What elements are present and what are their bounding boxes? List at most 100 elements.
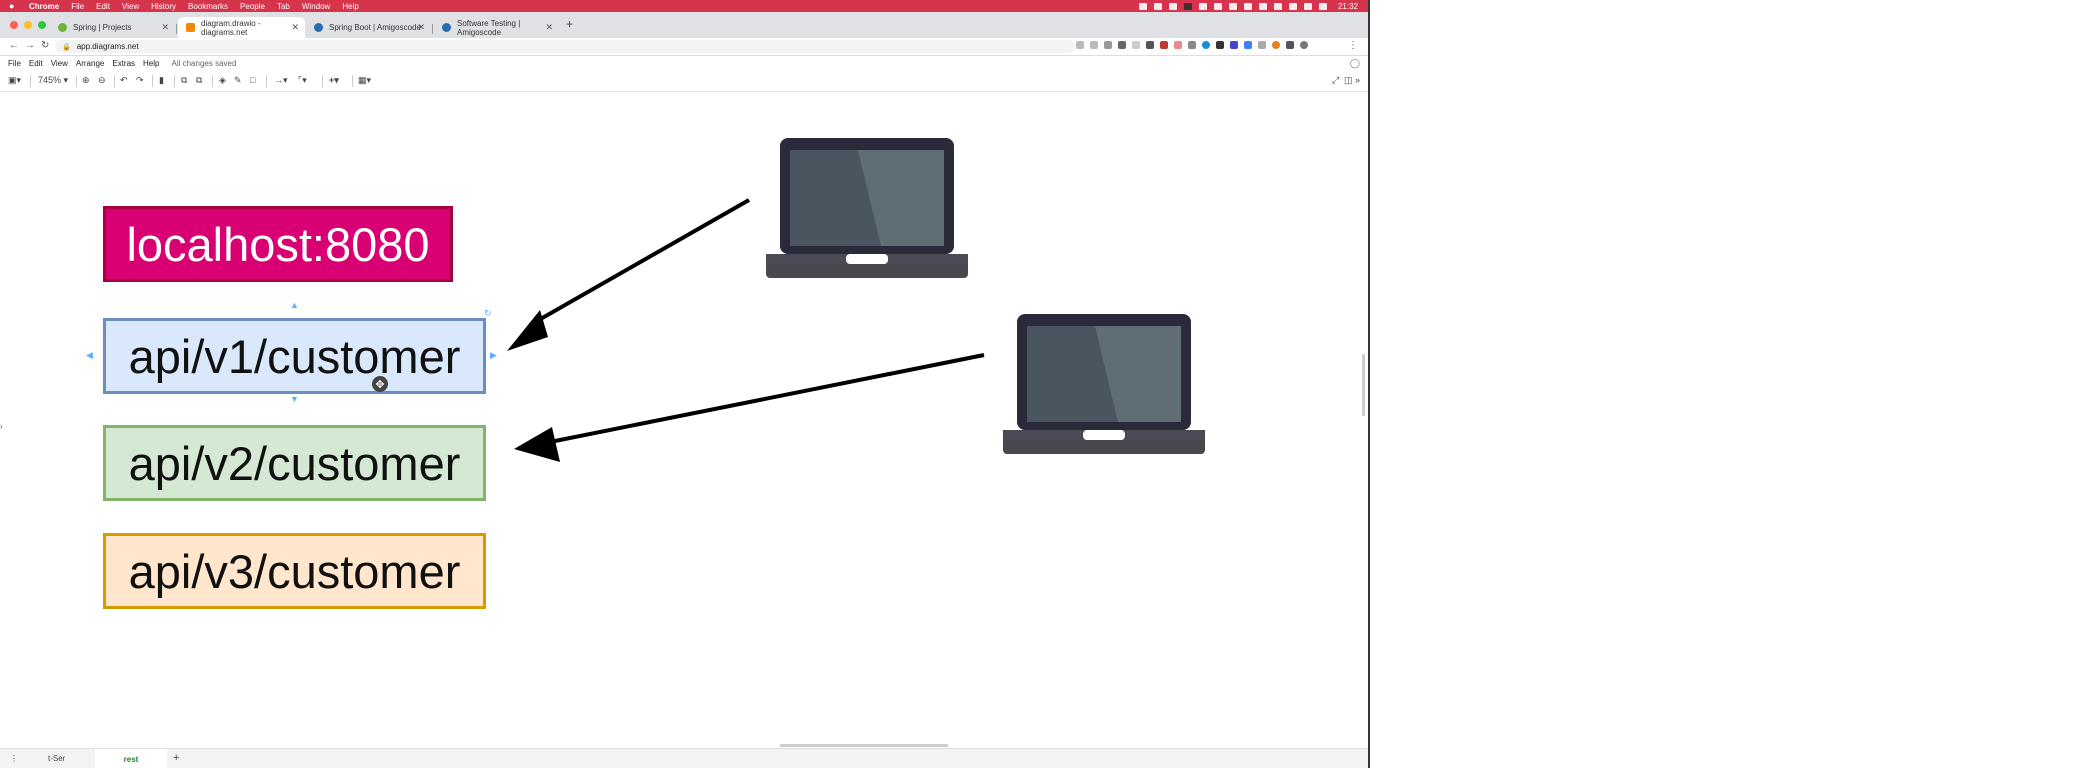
browser-tab[interactable]: Spring | Projects ✕ <box>50 17 175 38</box>
profile-icon[interactable] <box>1300 41 1308 49</box>
undo-icon[interactable]: ↶ <box>120 75 128 86</box>
format-panel-icon[interactable]: ▣▾ <box>8 75 21 86</box>
close-tab-icon[interactable]: ✕ <box>161 22 169 33</box>
fill-color-icon[interactable]: ◈ <box>219 75 226 86</box>
browser-address-bar: ← → ↻ 🔒 app.diagrams.net ⋮ <box>0 38 1368 56</box>
line-color-icon[interactable]: ✎ <box>234 75 242 86</box>
arrow-laptop1-to-v1[interactable] <box>529 198 750 327</box>
to-back-icon[interactable]: ⧉ <box>196 75 202 86</box>
arrow-laptop2-to-v2[interactable] <box>539 353 985 446</box>
table-icon[interactable]: ▦▾ <box>358 75 371 86</box>
zoom-select[interactable]: 745% ▾ <box>38 75 68 86</box>
extension-icon[interactable] <box>1216 41 1224 49</box>
minimize-window-button[interactable] <box>24 21 32 29</box>
menu-help[interactable]: Help <box>143 59 159 68</box>
extension-icon[interactable] <box>1244 41 1252 49</box>
to-front-icon[interactable]: ⧉ <box>181 75 187 86</box>
menubar-app-name[interactable]: Chrome <box>29 2 59 11</box>
extension-icon[interactable] <box>1090 41 1098 49</box>
browser-tab[interactable]: Spring Boot | Amigoscode ✕ <box>306 17 431 38</box>
status-icon[interactable] <box>1243 2 1252 10</box>
new-tab-button[interactable]: + <box>566 17 573 31</box>
tab-title: Software Testing | Amigoscode <box>457 18 521 37</box>
extension-icon[interactable] <box>1174 41 1182 49</box>
close-tab-icon[interactable]: ✕ <box>417 22 425 33</box>
extension-icon[interactable] <box>1272 41 1280 49</box>
format-toggle-icon[interactable]: ◫ <box>1344 75 1353 86</box>
menubar-item-tab[interactable]: Tab <box>277 2 290 11</box>
zoom-out-icon[interactable]: ⊖ <box>98 75 106 86</box>
extension-icon[interactable] <box>1132 41 1140 49</box>
extension-icon[interactable] <box>1076 41 1084 49</box>
zoom-in-icon[interactable]: ⊕ <box>82 75 90 86</box>
extension-icon[interactable] <box>1230 41 1238 49</box>
menubar-item-history[interactable]: History <box>151 2 176 11</box>
url-input[interactable]: 🔒 app.diagrams.net <box>55 40 1075 53</box>
extension-icon[interactable] <box>1160 41 1168 49</box>
save-status[interactable]: All changes saved <box>171 59 236 68</box>
bluetooth-icon[interactable] <box>1273 2 1282 10</box>
shadow-icon[interactable]: □ <box>250 75 255 85</box>
status-icon[interactable] <box>1183 2 1192 10</box>
collapse-icon[interactable]: » <box>1355 75 1360 85</box>
menu-arrange[interactable]: Arrange <box>76 59 104 68</box>
extension-icon[interactable] <box>1202 41 1210 49</box>
status-icon[interactable] <box>1153 2 1162 10</box>
pages-menu-icon[interactable]: ⋮ <box>10 754 18 763</box>
puzzle-icon[interactable] <box>1286 41 1294 49</box>
menubar-item-bookmarks[interactable]: Bookmarks <box>188 2 228 11</box>
lock-icon[interactable]: 🔒 <box>62 43 71 51</box>
close-window-button[interactable] <box>10 21 18 29</box>
kebab-menu-icon[interactable]: ⋮ <box>1348 40 1358 51</box>
star-icon[interactable] <box>1104 41 1112 49</box>
waypoints-icon[interactable]: ⌜▾ <box>298 75 307 86</box>
redo-icon[interactable]: ↷ <box>136 75 144 86</box>
status-icon[interactable] <box>1138 2 1147 10</box>
vertical-scrollbar[interactable] <box>1362 354 1365 416</box>
menubar-item-help[interactable]: Help <box>342 2 358 11</box>
status-icon[interactable] <box>1213 2 1222 10</box>
browser-tab-active[interactable]: diagram.drawio - diagrams.net ✕ <box>178 17 305 38</box>
control-center-icon[interactable] <box>1318 2 1327 10</box>
status-icon[interactable] <box>1228 2 1237 10</box>
zoom-window-button[interactable] <box>38 21 46 29</box>
extension-icon[interactable] <box>1118 41 1126 49</box>
extension-icon[interactable] <box>1146 41 1154 49</box>
language-globe-icon[interactable]: ◯ <box>1350 58 1360 69</box>
delete-icon[interactable]: ▮ <box>159 75 164 86</box>
fullscreen-icon[interactable]: ⤢ <box>1332 75 1339 86</box>
page-tab[interactable]: t-Ser <box>48 754 65 763</box>
extension-icon[interactable] <box>1258 41 1266 49</box>
add-page-button[interactable]: + <box>173 752 179 764</box>
menubar-item-edit[interactable]: Edit <box>96 2 110 11</box>
drawio-menubar: File Edit View Arrange Extras Help All c… <box>0 56 1368 70</box>
status-icon[interactable] <box>1168 2 1177 10</box>
menubar-item-people[interactable]: People <box>240 2 265 11</box>
menu-edit[interactable]: Edit <box>29 59 43 68</box>
close-tab-icon[interactable]: ✕ <box>545 22 553 33</box>
reload-icon[interactable]: ↻ <box>41 40 49 51</box>
status-icon[interactable] <box>1258 2 1267 10</box>
browser-tab[interactable]: Software Testing | Amigoscode ✕ <box>434 17 559 38</box>
horizontal-scrollbar[interactable] <box>780 744 948 747</box>
wifi-icon[interactable] <box>1288 2 1297 10</box>
menubar-item-window[interactable]: Window <box>302 2 330 11</box>
status-icon[interactable] <box>1198 2 1207 10</box>
menubar-clock[interactable]: 21:32 <box>1338 2 1358 11</box>
connection-style-icon[interactable]: →▾ <box>274 75 288 86</box>
back-icon[interactable]: ← <box>9 40 19 51</box>
page-tab-active[interactable]: rest <box>95 749 167 768</box>
menu-view[interactable]: View <box>51 59 68 68</box>
forward-icon[interactable]: → <box>25 40 35 51</box>
menu-file[interactable]: File <box>8 59 21 68</box>
spotlight-icon[interactable] <box>1303 2 1312 10</box>
menubar-item-view[interactable]: View <box>122 2 139 11</box>
diagram-canvas[interactable]: localhost:8080 api/v1/customer ▲ ▼ ◀ ▶ ↻… <box>0 92 1368 747</box>
extension-icon[interactable] <box>1188 41 1196 49</box>
menubar-item-file[interactable]: File <box>71 2 84 11</box>
insert-icon[interactable]: +▾ <box>329 75 339 86</box>
sidebar-toggle-icon[interactable]: › <box>0 422 3 431</box>
close-tab-icon[interactable]: ✕ <box>291 22 299 33</box>
menu-extras[interactable]: Extras <box>112 59 135 68</box>
apple-icon[interactable]: ● <box>9 1 19 11</box>
